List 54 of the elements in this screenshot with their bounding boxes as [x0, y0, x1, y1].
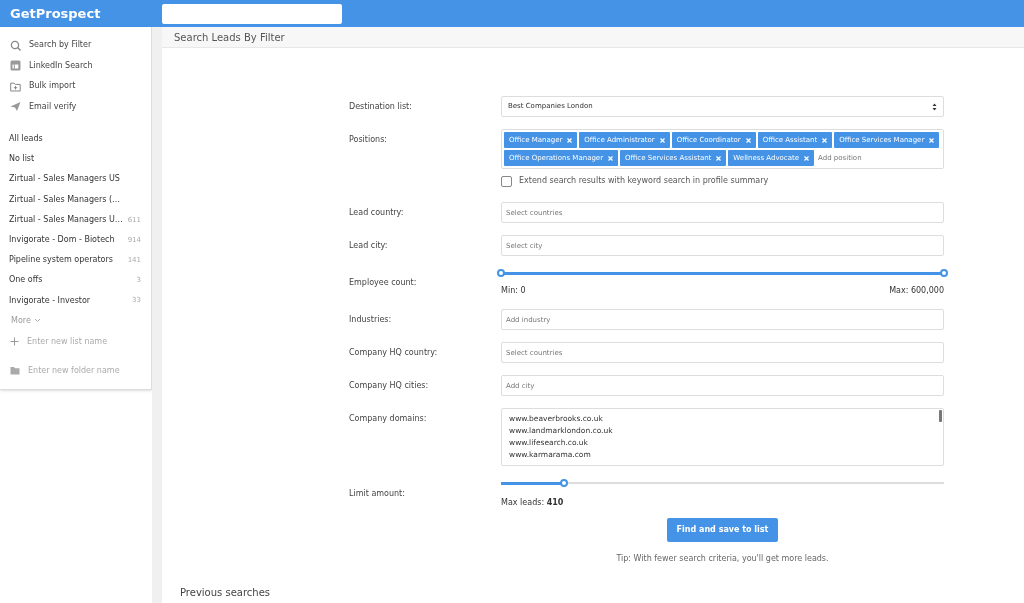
chevron-down-icon	[33, 318, 41, 324]
max-leads-text: Max leads: 410	[501, 497, 565, 509]
slider-handle[interactable]	[559, 479, 568, 487]
close-icon[interactable]	[567, 137, 573, 143]
list-item[interactable]: Zirtual - Sales Managers U…	[9, 213, 123, 226]
list-item[interactable]: Invigorate - Investor	[9, 294, 91, 307]
slider-handle[interactable]	[940, 269, 948, 277]
checkbox[interactable]	[501, 175, 512, 187]
close-icon[interactable]	[659, 137, 665, 143]
search-field[interactable]	[162, 3, 342, 24]
close-icon[interactable]	[745, 137, 751, 143]
list-item[interactable]: Zirtual - Sales Managers (…	[9, 193, 121, 206]
nav-item[interactable]: LinkedIn Search	[29, 59, 93, 72]
field-label: Employee count:	[349, 276, 418, 289]
list-item[interactable]: Zirtual - Sales Managers US	[9, 173, 120, 186]
field-label: Company HQ country:	[349, 346, 439, 359]
field-label: Industries:	[349, 313, 393, 326]
field-label: Limit amount:	[349, 487, 406, 500]
field-label: Company HQ cities:	[349, 379, 430, 392]
field-label: Positions:	[349, 134, 388, 146]
list-item[interactable]: All leads	[9, 133, 43, 146]
field-label: Destination list:	[349, 100, 413, 113]
nav-item[interactable]: Bulk import	[29, 80, 76, 93]
range-max: Max: 600,000	[889, 285, 944, 297]
list-item[interactable]: No list	[9, 153, 35, 166]
search-icon	[10, 39, 21, 51]
field-label: Company domains:	[349, 413, 428, 425]
linkedin-icon	[10, 60, 21, 72]
checkbox-label: Extend search results with keyword search in profile summary	[519, 175, 769, 187]
close-icon[interactable]	[822, 137, 828, 143]
tip-text: Tip: With fewer search criteria, you'll get more leads.	[616, 553, 829, 565]
field-label: Lead country:	[349, 206, 405, 219]
close-icon[interactable]	[804, 155, 810, 161]
list-item[interactable]: One offs	[9, 274, 43, 287]
folder-icon	[10, 366, 20, 376]
field-label: Lead city:	[349, 239, 389, 252]
scrollbar-thumb	[939, 410, 942, 422]
folder-name-field[interactable]: Enter new folder name	[28, 364, 138, 377]
nav-item[interactable]: Email verify	[29, 100, 77, 113]
range-min: Min: 0	[501, 285, 526, 297]
page-title: Search Leads By Filter	[174, 30, 285, 45]
section-title: Previous searches	[180, 587, 271, 598]
paper-plane-icon	[10, 101, 21, 113]
plus-icon	[10, 337, 19, 347]
list-item[interactable]: Invigorate - Dom - Biotech	[9, 234, 115, 247]
nav-item[interactable]: Search by Filter	[29, 39, 92, 52]
folder-plus-icon	[10, 80, 21, 92]
sort-arrows-icon	[932, 102, 937, 111]
close-icon[interactable]	[929, 137, 935, 143]
close-icon[interactable]	[608, 155, 614, 161]
close-icon[interactable]	[716, 155, 722, 161]
list-item[interactable]: Pipeline system operators	[9, 254, 113, 267]
slider-handle[interactable]	[497, 269, 505, 277]
list-name-field[interactable]: Enter new list name	[27, 335, 137, 348]
